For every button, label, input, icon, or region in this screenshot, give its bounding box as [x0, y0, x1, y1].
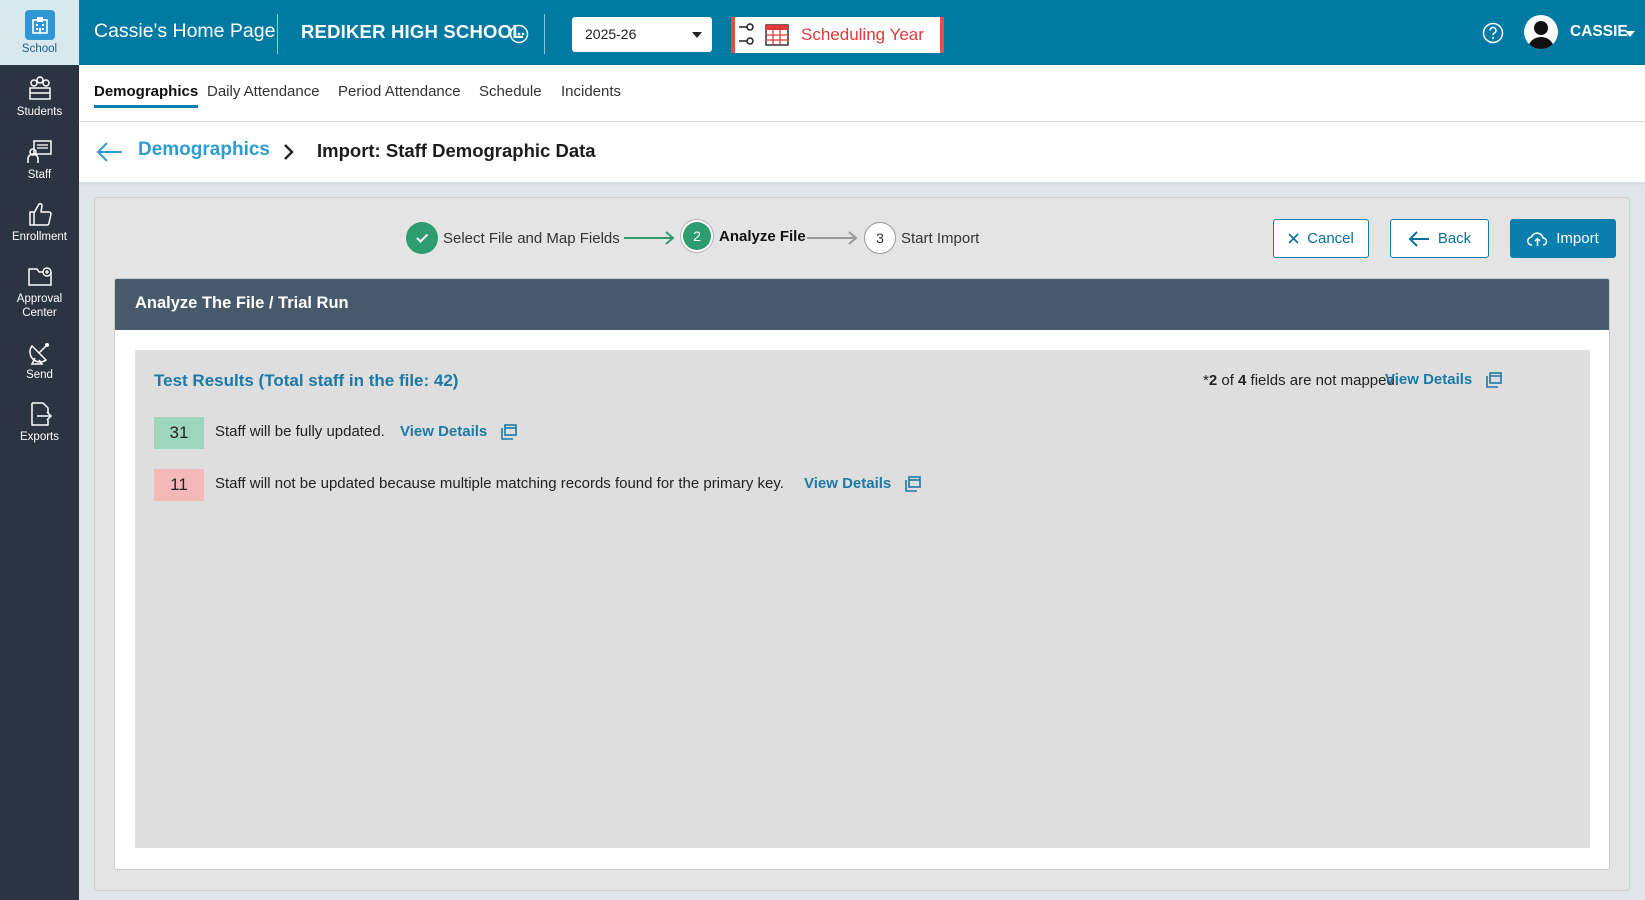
sidebar: School Students Staff Enrollment Approva…	[0, 0, 79, 900]
sidebar-item-approval-center[interactable]: Approval Center	[0, 262, 79, 320]
step-analyze-file: 2 Analyze File	[683, 222, 806, 250]
step-number: 2	[683, 222, 711, 250]
header-divider	[544, 14, 545, 54]
chevron-down-icon[interactable]	[1625, 31, 1635, 37]
chevron-right-icon	[284, 144, 294, 160]
satellite-dish-icon	[28, 343, 49, 365]
updated-count-badge: 31	[154, 417, 204, 449]
view-details-label: View Details	[1385, 371, 1473, 388]
tab-incidents[interactable]: Incidents	[561, 83, 621, 105]
view-details-label: View Details	[804, 475, 892, 492]
unmapped-suffix: fields are not mapped.	[1246, 372, 1399, 389]
step-select-file: Select File and Map Fields	[406, 222, 620, 254]
school-icon	[24, 10, 55, 40]
tab-demographics[interactable]: Demographics	[94, 83, 199, 108]
sidebar-item-label: Exports	[20, 431, 59, 443]
chevron-down-icon	[692, 32, 702, 38]
card-title: Analyze The File / Trial Run	[115, 279, 1609, 330]
sidebar-item-students[interactable]: Students	[0, 75, 79, 119]
cloud-upload-icon	[1527, 231, 1548, 246]
thumbs-up-icon	[28, 202, 52, 226]
close-icon	[1288, 233, 1299, 244]
sidebar-item-label: Staff	[27, 169, 52, 181]
cancel-label: Cancel	[1307, 230, 1354, 247]
scheduling-year-label: Scheduling Year	[801, 25, 924, 44]
step-start-import: 3 Start Import	[864, 222, 979, 254]
step-number: 3	[864, 222, 896, 254]
check-icon	[406, 222, 438, 254]
school-year-value: 2025-26	[585, 26, 637, 42]
user-menu[interactable]: CASSIE	[1570, 23, 1628, 41]
cancel-button[interactable]: Cancel	[1273, 219, 1369, 258]
unmapped-of: of	[1217, 372, 1239, 389]
avatar[interactable]	[1524, 15, 1558, 49]
back-button[interactable]: Back	[1390, 219, 1489, 258]
scheduling-year-badge: Scheduling Year	[731, 17, 944, 53]
sidebar-item-staff[interactable]: Staff	[0, 138, 79, 182]
import-label: Import	[1556, 230, 1599, 247]
home-page-title[interactable]: Cassie's Home Page	[94, 20, 275, 43]
breadcrumb: Demographics Import: Staff Demographic D…	[79, 122, 1645, 182]
school-year-select[interactable]: 2025-26	[572, 17, 712, 52]
not-updated-view-details-link[interactable]: View Details	[804, 475, 922, 492]
header-divider	[277, 14, 278, 54]
sidebar-item-label: School	[21, 43, 58, 55]
sidebar-item-exports[interactable]: Exports	[0, 400, 79, 444]
unmapped-fields-summary: *2 of 4 fields are not mapped.	[1203, 372, 1399, 389]
open-window-icon	[1486, 371, 1503, 388]
step-arrow-icon	[624, 231, 675, 245]
arrow-left-icon	[1408, 230, 1429, 247]
updated-view-details-link[interactable]: View Details	[400, 423, 518, 440]
binder-clip-icon	[739, 23, 754, 45]
sidebar-item-label: Students	[16, 106, 63, 118]
view-details-label: View Details	[400, 423, 488, 440]
page-title: Import: Staff Demographic Data	[317, 140, 596, 161]
back-label: Back	[1437, 230, 1472, 247]
open-window-icon	[905, 475, 922, 492]
sidebar-item-label: Center	[22, 307, 57, 319]
folder-icon	[27, 267, 52, 286]
sidebar-item-label: Send	[26, 369, 53, 381]
step-label: Select File and Map Fields	[443, 229, 620, 247]
open-window-icon	[501, 423, 518, 440]
help-icon[interactable]	[1482, 22, 1504, 44]
step-label: Analyze File	[719, 227, 806, 245]
step-label: Start Import	[901, 229, 980, 247]
tab-daily-attendance[interactable]: Daily Attendance	[207, 83, 320, 105]
school-name[interactable]: REDIKER HIGH SCHOOL	[301, 21, 524, 43]
tab-schedule[interactable]: Schedule	[479, 83, 542, 105]
not-updated-count-badge: 11	[154, 469, 204, 501]
top-header: Cassie's Home Page REDIKER HIGH SCHOOL 2…	[79, 0, 1645, 65]
sidebar-item-enrollment[interactable]: Enrollment	[0, 200, 79, 244]
calendar-grid-icon	[765, 24, 789, 46]
export-file-icon	[30, 402, 52, 426]
unmapped-view-details-link[interactable]: View Details	[1385, 371, 1503, 388]
sidebar-item-label: Enrollment	[12, 231, 67, 243]
tab-period-attendance[interactable]: Period Attendance	[338, 83, 461, 105]
user-silhouette-icon	[1528, 21, 1554, 49]
updated-description: Staff will be fully updated.	[215, 423, 385, 440]
test-results-title: Test Results (Total staff in the file: 4…	[154, 371, 459, 390]
sidebar-item-label: Approval	[16, 293, 63, 305]
students-icon	[28, 76, 51, 100]
section-tabs: Demographics Daily Attendance Period Att…	[79, 65, 1645, 122]
import-button[interactable]: Import	[1510, 219, 1616, 258]
breadcrumb-parent-link[interactable]: Demographics	[138, 139, 270, 161]
sidebar-item-school[interactable]: School	[0, 0, 79, 65]
test-results-panel: Test Results (Total staff in the file: 4…	[135, 350, 1590, 848]
more-options-icon[interactable]	[509, 24, 529, 44]
staff-icon	[26, 140, 52, 163]
sidebar-item-send[interactable]: Send	[0, 338, 79, 382]
unmapped-count: 2	[1208, 372, 1218, 389]
arrow-left-icon[interactable]	[96, 141, 124, 163]
analyze-card: Analyze The File / Trial Run Test Result…	[114, 278, 1610, 870]
not-updated-description: Staff will not be updated because multip…	[215, 475, 784, 492]
step-arrow-icon	[807, 231, 858, 245]
